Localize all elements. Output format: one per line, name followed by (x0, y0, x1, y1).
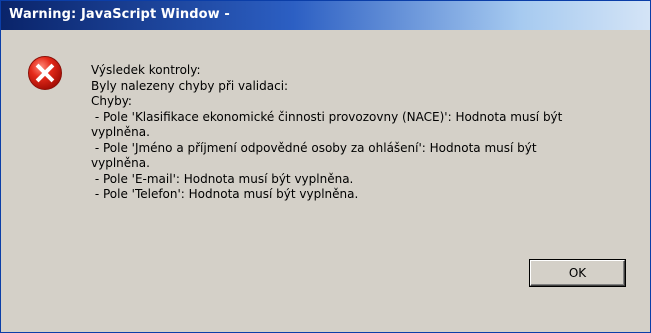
message-line: - Pole 'Telefon': Hodnota musí být vypln… (91, 187, 359, 201)
ok-button[interactable]: OK (530, 260, 625, 286)
message-line: Chyby: (91, 94, 132, 108)
dialog-window: Warning: JavaScript Window - Výsledek ko… (0, 0, 651, 333)
title-bar[interactable]: Warning: JavaScript Window - (1, 1, 650, 30)
message-line: vyplněna. (91, 156, 150, 170)
dialog-body: Výsledek kontroly: Byly nalezeny chyby p… (1, 30, 650, 332)
error-icon (27, 55, 63, 91)
message-line: - Pole 'Jméno a příjmení odpovědné osoby… (91, 140, 537, 155)
message-line: vyplněna. (91, 125, 150, 139)
message-line: Byly nalezeny chyby při validaci: (91, 78, 289, 93)
window-title: Warning: JavaScript Window - (9, 7, 230, 22)
message-line: Výsledek kontroly: (91, 63, 201, 77)
message-line: - Pole 'Klasifikace ekonomické činnosti … (91, 109, 563, 124)
message-line: - Pole 'E-mail': Hodnota musí být vyplně… (91, 171, 354, 186)
message-text: Výsledek kontroly: Byly nalezeny chyby p… (91, 63, 636, 203)
